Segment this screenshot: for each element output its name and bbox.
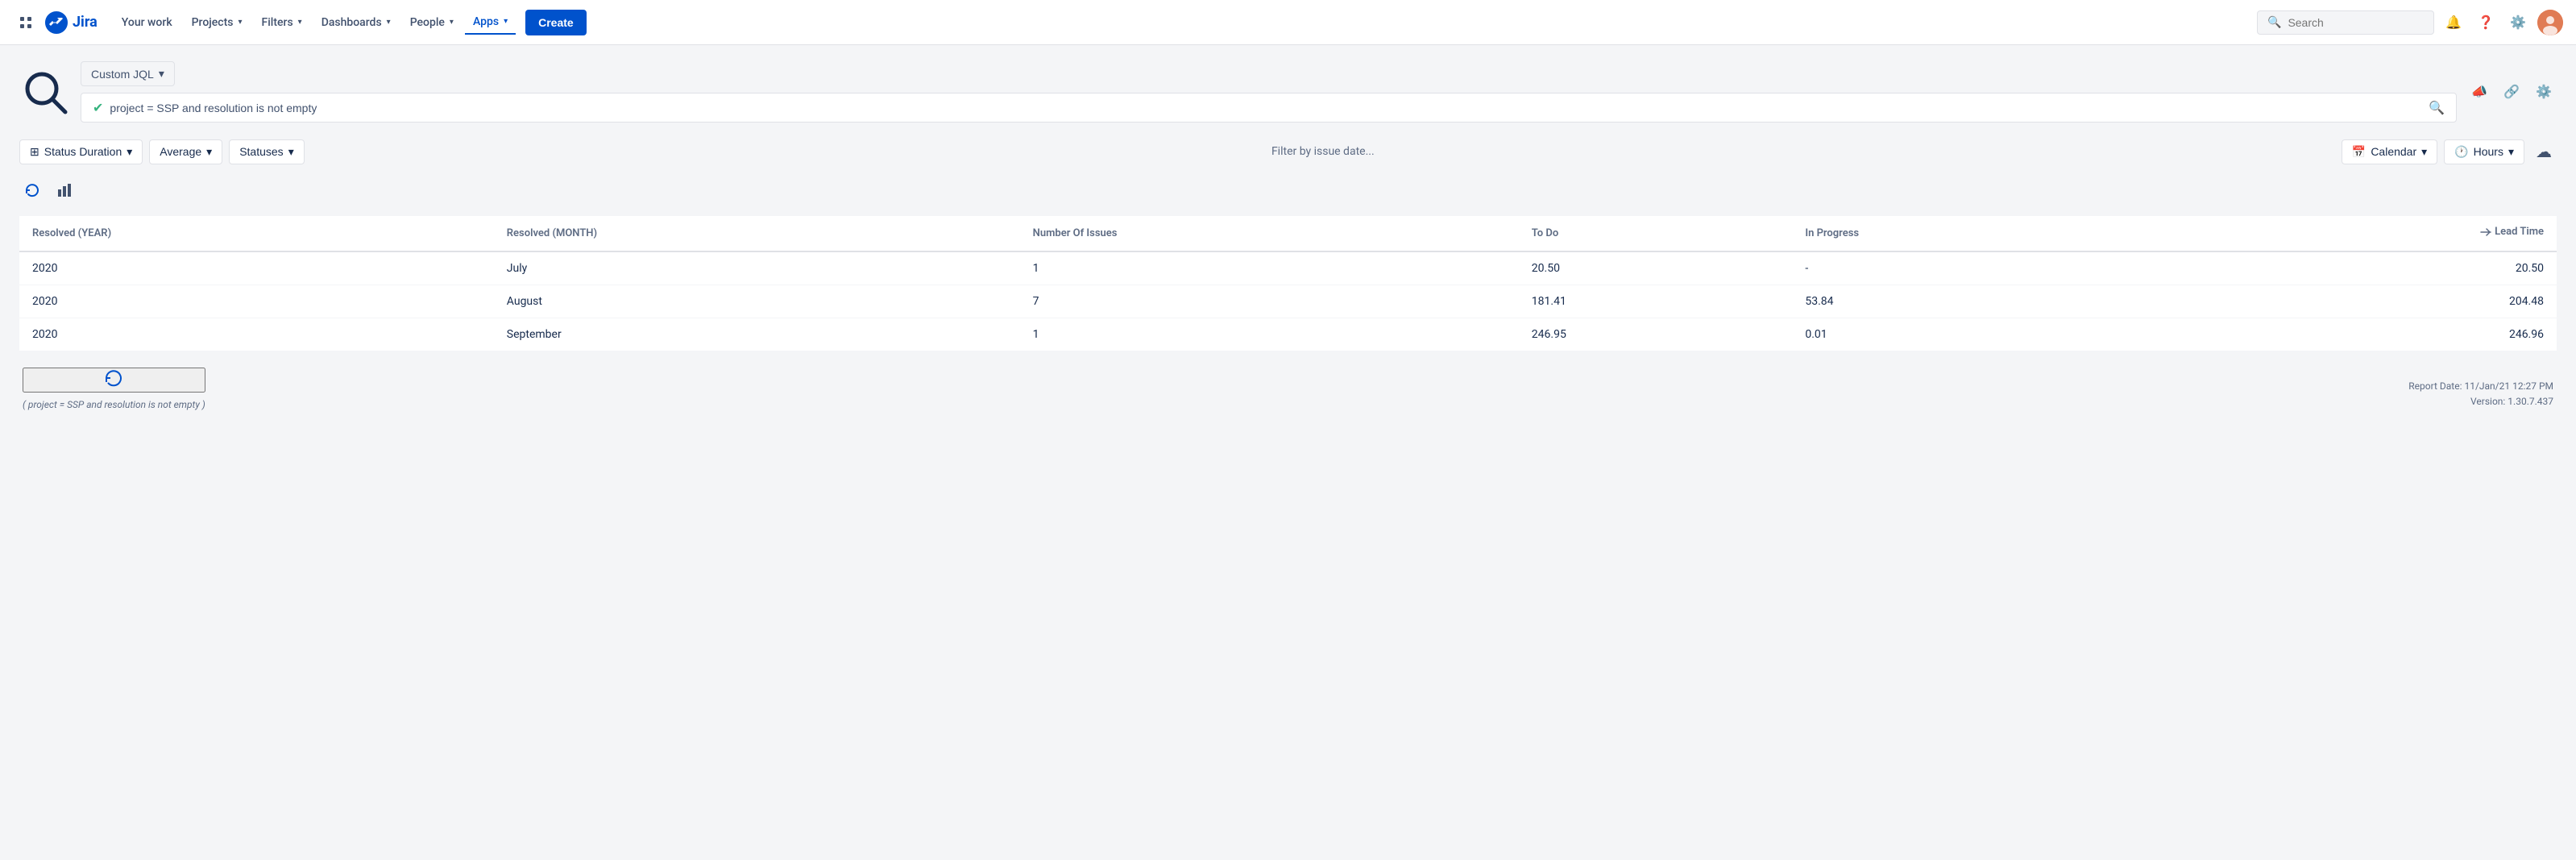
announce-icon[interactable]: 📣 (2466, 79, 2492, 105)
cell-in_progress: 0.01 (1792, 318, 2152, 351)
cell-lead_time: 204.48 (2152, 285, 2557, 318)
dashboards-chevron-icon: ▾ (387, 18, 391, 27)
col-in-progress: In Progress (1792, 216, 2152, 251)
table-body: 2020July120.50-20.502020August7181.4153.… (19, 251, 2557, 351)
query-actions: 📣 🔗 ⚙️ (2466, 79, 2557, 105)
big-search-icon (19, 66, 71, 118)
custom-jql-button[interactable]: Custom JQL ▾ (81, 61, 175, 86)
clock-icon: 🕐 (2454, 145, 2468, 159)
cell-resolved_year: 2020 (19, 251, 494, 285)
nav-item-apps[interactable]: Apps ▾ (465, 10, 516, 35)
version: Version: 1.30.7.437 (2408, 394, 2553, 409)
nav-item-filters[interactable]: Filters ▾ (254, 11, 310, 34)
col-number-of-issues: Number Of Issues (1020, 216, 1519, 251)
cell-in_progress: - (1792, 251, 2152, 285)
col-lead-time: Lead Time (2152, 216, 2557, 251)
people-chevron-icon: ▾ (450, 18, 454, 27)
footer-refresh-icon[interactable] (23, 368, 205, 393)
calendar-icon: 📅 (2352, 145, 2366, 159)
cell-number_of_issues: 7 (1020, 285, 1519, 318)
hours-chevron-icon: ▾ (2508, 145, 2514, 159)
search-input[interactable] (2288, 16, 2424, 29)
cell-number_of_issues: 1 (1020, 318, 1519, 351)
grid-icon[interactable] (13, 10, 39, 35)
cell-resolved_month: September (494, 318, 1020, 351)
status-duration-chevron-icon: ▾ (127, 145, 132, 159)
table-row: 2020July120.50-20.50 (19, 251, 2557, 285)
cell-to_do: 246.95 (1519, 318, 1793, 351)
footer: ( project = SSP and resolution is not em… (19, 368, 2557, 410)
query-search-icon[interactable]: 🔍 (2429, 100, 2445, 115)
query-input-wrap: ✔ 🔍 (81, 93, 2457, 123)
nav-item-projects[interactable]: Projects ▾ (184, 11, 251, 34)
table-row: 2020September1246.950.01246.96 (19, 318, 2557, 351)
query-valid-icon: ✔ (93, 100, 103, 115)
nav-item-your-work[interactable]: Your work (114, 11, 180, 34)
bar-chart-icon[interactable] (52, 177, 77, 203)
main-content: Custom JQL ▾ ✔ 🔍 📣 🔗 ⚙️ ⊞ Status Duratio… (0, 45, 2576, 860)
navbar: Jira Your work Projects ▾ Filters ▾ Dash… (0, 0, 2576, 45)
statuses-button[interactable]: Statuses ▾ (229, 139, 305, 164)
filters-chevron-icon: ▾ (298, 18, 302, 27)
query-input[interactable] (110, 102, 2422, 114)
cell-lead_time: 20.50 (2152, 251, 2557, 285)
settings-action-icon[interactable]: ⚙️ (2531, 79, 2557, 105)
custom-jql-chevron-icon: ▾ (159, 67, 164, 81)
cell-resolved_year: 2020 (19, 285, 494, 318)
apps-chevron-icon: ▾ (504, 17, 508, 26)
jira-logo[interactable]: Jira (45, 11, 97, 34)
hours-button[interactable]: 🕐 Hours ▾ (2444, 139, 2524, 164)
table-header: Resolved (YEAR) Resolved (MONTH) Number … (19, 216, 2557, 251)
status-duration-button[interactable]: ⊞ Status Duration ▾ (19, 139, 143, 164)
cell-in_progress: 53.84 (1792, 285, 2152, 318)
calendar-button[interactable]: 📅 Calendar ▾ (2342, 139, 2437, 164)
cloud-icon[interactable]: ☁ (2531, 139, 2557, 164)
calendar-chevron-icon: ▾ (2421, 145, 2427, 159)
help-icon[interactable]: ❓ (2473, 10, 2499, 35)
col-resolved-year: Resolved (YEAR) (19, 216, 494, 251)
cell-to_do: 181.41 (1519, 285, 1793, 318)
average-button[interactable]: Average ▾ (149, 139, 222, 164)
cell-lead_time: 246.96 (2152, 318, 2557, 351)
create-button[interactable]: Create (525, 10, 587, 35)
search-icon: 🔍 (2267, 16, 2281, 29)
settings-icon[interactable]: ⚙️ (2505, 10, 2531, 35)
col-resolved-month: Resolved (MONTH) (494, 216, 1020, 251)
logo-text: Jira (73, 14, 97, 31)
nav-right: 🔍 🔔 ❓ ⚙️ (2257, 10, 2563, 35)
cell-resolved_month: July (494, 251, 1020, 285)
footer-query: ( project = SSP and resolution is not em… (23, 399, 205, 410)
grid-toolbar-icon: ⊞ (30, 145, 39, 159)
cell-to_do: 20.50 (1519, 251, 1793, 285)
filter-date[interactable]: Filter by issue date... (311, 145, 2335, 158)
refresh-icon[interactable] (19, 177, 45, 203)
nav-left: Jira Your work Projects ▾ Filters ▾ Dash… (13, 10, 2257, 35)
search-box[interactable]: 🔍 (2257, 10, 2434, 35)
notifications-icon[interactable]: 🔔 (2441, 10, 2466, 35)
share-icon[interactable]: 🔗 (2499, 79, 2524, 105)
footer-meta: Report Date: 11/Jan/21 12:27 PM Version:… (2408, 379, 2553, 409)
chart-controls (19, 177, 2557, 203)
report-date: Report Date: 11/Jan/21 12:27 PM (2408, 379, 2553, 394)
nav-item-dashboards[interactable]: Dashboards ▾ (313, 11, 399, 34)
query-section: Custom JQL ▾ ✔ 🔍 📣 🔗 ⚙️ (19, 61, 2557, 123)
table-row: 2020August7181.4153.84204.48 (19, 285, 2557, 318)
cell-resolved_year: 2020 (19, 318, 494, 351)
col-to-do: To Do (1519, 216, 1793, 251)
average-chevron-icon: ▾ (206, 145, 212, 159)
toolbar-right: 📅 Calendar ▾ 🕐 Hours ▾ ☁ (2342, 139, 2557, 164)
cell-number_of_issues: 1 (1020, 251, 1519, 285)
projects-chevron-icon: ▾ (238, 18, 242, 27)
data-table: Resolved (YEAR) Resolved (MONTH) Number … (19, 216, 2557, 351)
statuses-chevron-icon: ▾ (288, 145, 294, 159)
avatar[interactable] (2537, 10, 2563, 35)
nav-item-people[interactable]: People ▾ (402, 11, 462, 34)
cell-resolved_month: August (494, 285, 1020, 318)
toolbar: ⊞ Status Duration ▾ Average ▾ Statuses ▾… (19, 139, 2557, 164)
